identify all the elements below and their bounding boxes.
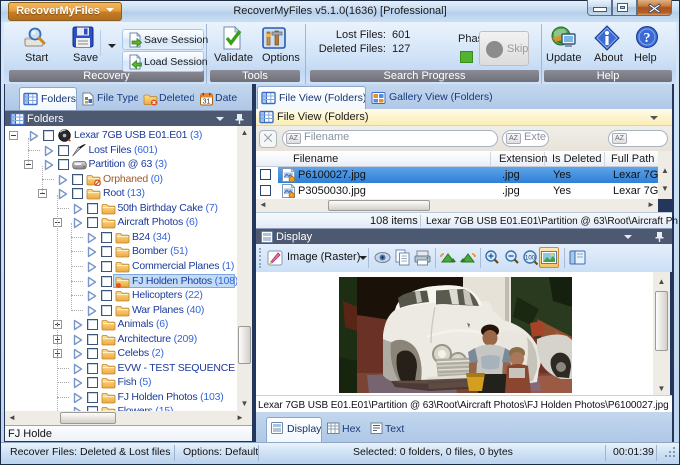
svg-text:100: 100 [525, 256, 536, 262]
svg-text:?: ? [644, 31, 651, 46]
